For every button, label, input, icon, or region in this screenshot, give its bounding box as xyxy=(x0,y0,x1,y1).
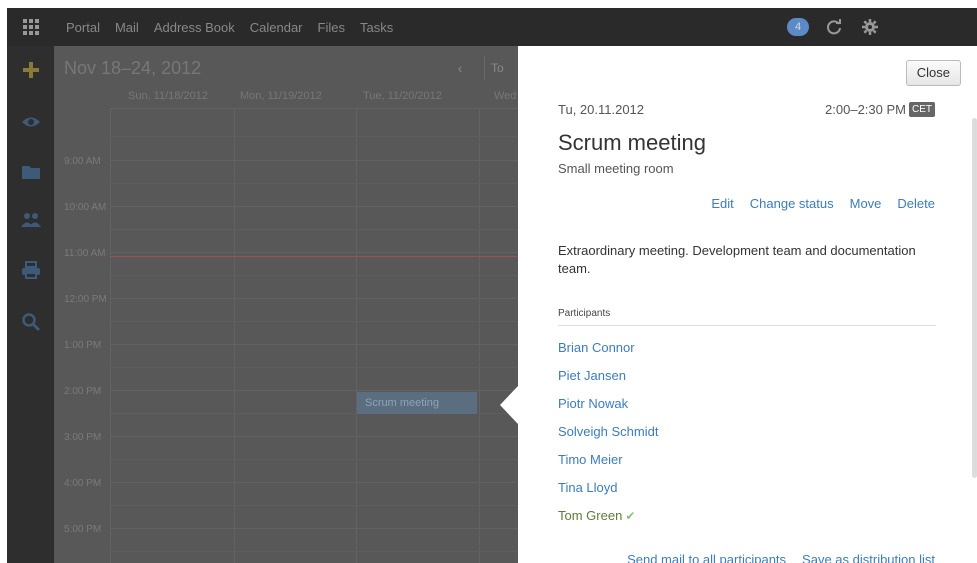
participant-link[interactable]: Piotr Nowak xyxy=(558,396,628,411)
day-header-wed: Wed xyxy=(494,90,517,102)
nav-portal[interactable]: Portal xyxy=(66,20,100,35)
previous-week-button[interactable]: ‹ xyxy=(446,56,474,80)
participant-link[interactable]: Tom Green xyxy=(558,508,622,523)
grid-line xyxy=(110,528,530,529)
eye-icon[interactable] xyxy=(21,112,41,132)
participant-link[interactable]: Piet Jansen xyxy=(558,368,626,383)
print-icon[interactable] xyxy=(21,260,41,280)
grid-divider xyxy=(479,108,480,563)
grid-line xyxy=(110,183,530,184)
grid-line xyxy=(110,482,530,483)
top-icons: 4 xyxy=(787,8,897,46)
nav-mail[interactable]: Mail xyxy=(115,20,139,35)
move-link[interactable]: Move xyxy=(850,196,882,211)
appointment-actions: Edit Change status Move Delete xyxy=(695,196,935,211)
change-status-link[interactable]: Change status xyxy=(750,196,834,211)
top-bar: Portal Mail Address Book Calendar Files … xyxy=(7,8,977,46)
grid-divider xyxy=(234,108,235,563)
settings-gear-icon[interactable] xyxy=(861,18,879,36)
time-label: 3:00 PM xyxy=(64,432,102,443)
grid-line xyxy=(110,459,530,460)
grid-line xyxy=(110,252,530,253)
grid-line xyxy=(110,367,530,368)
appointment-detail-panel: Close Tu, 20.11.2012 2:00–2:30 PM CET Sc… xyxy=(518,46,977,563)
participant-actions: Send mail to all participants Save as di… xyxy=(611,552,935,563)
day-header-sun: Sun, 11/18/2012 xyxy=(128,90,208,102)
grid-line xyxy=(110,229,530,230)
nav-tasks[interactable]: Tasks xyxy=(360,20,393,35)
participants-heading: Participants xyxy=(558,308,936,326)
appointment-description: Extraordinary meeting. Development team … xyxy=(558,243,916,276)
time-label: 12:00 PM xyxy=(64,294,107,305)
nav-files[interactable]: Files xyxy=(318,20,345,35)
list-item: Tina Lloyd xyxy=(558,480,658,508)
refresh-icon[interactable] xyxy=(825,18,843,36)
people-icon[interactable] xyxy=(21,210,41,230)
top-nav: Portal Mail Address Book Calendar Files … xyxy=(66,8,408,46)
nav-calendar[interactable]: Calendar xyxy=(250,20,303,35)
accepted-check-icon: ✔ xyxy=(625,509,636,523)
appointment-date: Tu, 20.11.2012 xyxy=(558,102,645,117)
time-label: 1:00 PM xyxy=(64,340,102,351)
save-distribution-list-link[interactable]: Save as distribution list xyxy=(802,552,935,563)
participants-list: Brian Connor Piet Jansen Piotr Nowak Sol… xyxy=(558,340,658,536)
list-item: Piotr Nowak xyxy=(558,396,658,424)
grid-line xyxy=(110,390,530,391)
grid-line xyxy=(110,275,530,276)
launcher-grid-icon[interactable] xyxy=(7,8,54,46)
grid-line xyxy=(110,436,530,437)
grid-line xyxy=(110,206,530,207)
edit-link[interactable]: Edit xyxy=(711,196,733,211)
participant-link[interactable]: Timo Meier xyxy=(558,452,623,467)
calendar-range-title: Nov 18–24, 2012 xyxy=(64,58,202,78)
current-time-line xyxy=(110,256,530,257)
popover-pointer xyxy=(500,386,518,424)
participant-link[interactable]: Solveigh Schmidt xyxy=(558,424,658,439)
list-item: Solveigh Schmidt xyxy=(558,424,658,452)
calendar-event[interactable]: Scrum meeting xyxy=(357,392,477,414)
participant-link[interactable]: Tina Lloyd xyxy=(558,480,618,495)
day-header-tue: Tue, 11/20/2012 xyxy=(363,90,442,102)
grid-divider xyxy=(356,108,357,563)
timezone-badge[interactable]: CET xyxy=(909,102,935,117)
folder-icon[interactable] xyxy=(21,162,41,182)
list-item: Brian Connor xyxy=(558,340,658,368)
list-item: Piet Jansen xyxy=(558,368,658,396)
appointment-location: Small meeting room xyxy=(558,161,674,176)
day-header-mon: Mon, 11/19/2012 xyxy=(240,90,322,102)
notification-badge[interactable]: 4 xyxy=(787,18,809,36)
grid-line xyxy=(110,321,530,322)
time-label: 11:00 AM xyxy=(64,248,106,259)
appointment-title: Scrum meeting xyxy=(558,130,706,155)
participant-link[interactable]: Brian Connor xyxy=(558,340,635,355)
list-item: Timo Meier xyxy=(558,452,658,480)
appointment-time: 2:00–2:30 PM CET xyxy=(825,102,935,117)
time-label: 2:00 PM xyxy=(64,386,102,397)
scrollbar[interactable] xyxy=(972,118,977,478)
grid-line xyxy=(110,108,530,109)
grid-divider xyxy=(110,108,111,563)
grid-line xyxy=(110,136,530,137)
delete-link[interactable]: Delete xyxy=(897,196,935,211)
grid-line xyxy=(110,551,530,552)
nav-address-book[interactable]: Address Book xyxy=(154,20,235,35)
list-item: Tom Green ✔ xyxy=(558,508,658,536)
close-button[interactable]: Close xyxy=(905,60,961,86)
search-icon[interactable] xyxy=(21,312,41,332)
time-label: 4:00 PM xyxy=(64,478,102,489)
calendar-week-view: Nov 18–24, 2012 ‹ To Sun, 11/18/2012 Mon… xyxy=(54,46,530,563)
time-label: 5:00 PM xyxy=(64,524,102,535)
grid-line xyxy=(110,160,530,161)
time-label: 9:00 AM xyxy=(64,156,101,167)
grid-line xyxy=(110,344,530,345)
send-mail-all-link[interactable]: Send mail to all participants xyxy=(627,552,786,563)
grid-line xyxy=(110,505,530,506)
side-rail xyxy=(7,46,54,563)
grid-line xyxy=(110,298,530,299)
time-label: 10:00 AM xyxy=(64,202,107,213)
time-range: 2:00–2:30 PM xyxy=(825,102,906,117)
add-plus-icon[interactable] xyxy=(21,60,41,80)
